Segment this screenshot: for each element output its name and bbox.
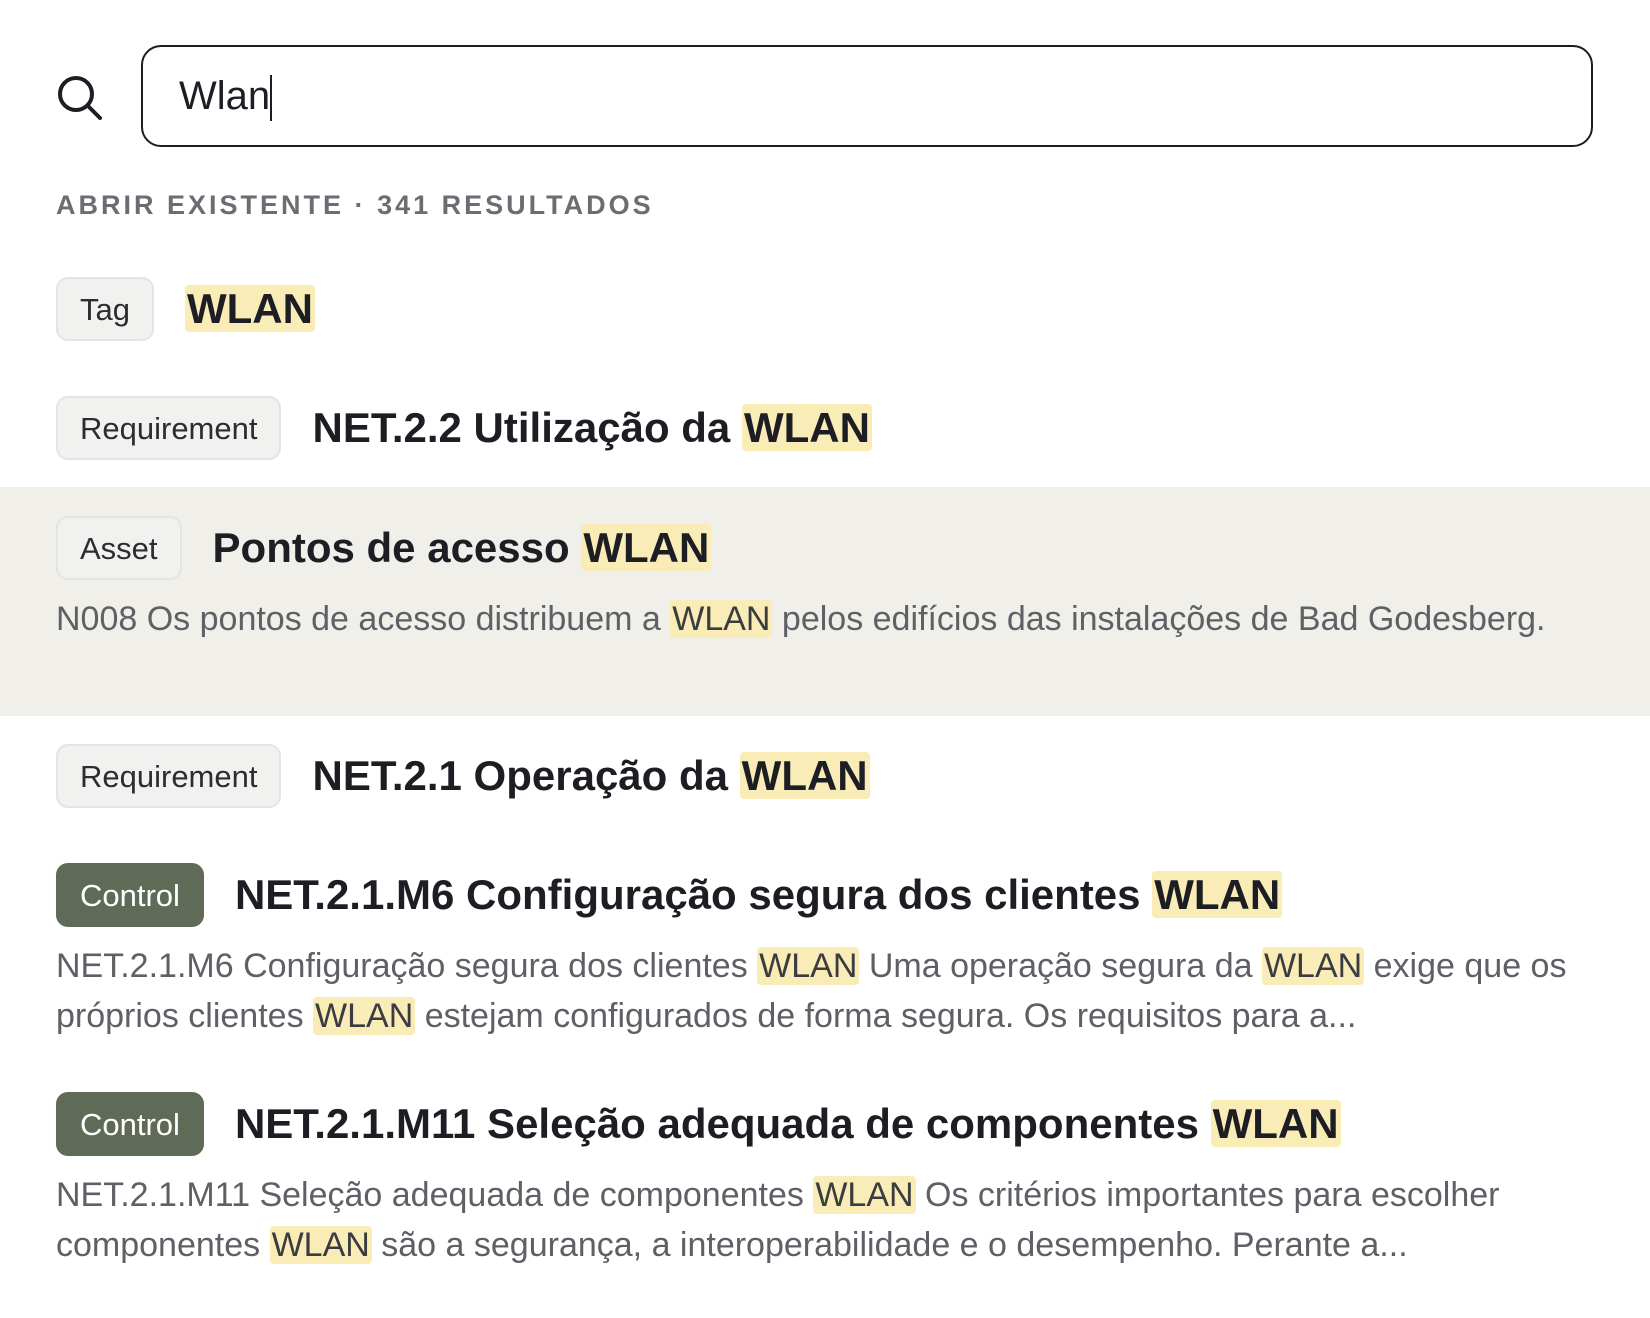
title-match-highlight: WLAN (581, 524, 712, 571)
result-description: NET.2.1.M11 Seleção adequada de componen… (56, 1170, 1590, 1270)
result-title: NET.2.1.M6 Configuração segura dos clien… (234, 871, 1283, 919)
type-badge: Tag (56, 277, 154, 341)
results-section-header: ABRIR EXISTENTE · 341 RESULTADOS (56, 190, 654, 221)
section-label: ABRIR EXISTENTE (56, 190, 345, 220)
result-item-control[interactable]: Control NET.2.1.M11 Seleção adequada de … (0, 1092, 1650, 1270)
desc-text: Uma operação segura da (859, 947, 1262, 985)
search-input[interactable]: Wlan (179, 47, 1559, 145)
desc-match-highlight: WLAN (670, 600, 773, 638)
section-separator: · (354, 190, 367, 220)
desc-match-highlight: WLAN (1261, 947, 1365, 985)
result-title: NET.2.1 Operação da WLAN (312, 752, 870, 800)
result-description: N008 Os pontos de acesso distribuem a WL… (56, 594, 1590, 644)
result-item-control[interactable]: Control NET.2.1.M6 Configuração segura d… (0, 863, 1650, 1041)
title-match-highlight: WLAN (741, 404, 872, 451)
type-badge: Control (56, 863, 204, 927)
title-prefix: NET.2.1.M11 Seleção adequada de componen… (234, 1100, 1211, 1147)
results-count: 341 RESULTADOS (377, 190, 654, 220)
result-item-asset[interactable]: Asset Pontos de acesso WLAN N008 Os pont… (0, 487, 1650, 716)
result-title: WLAN (184, 285, 315, 333)
result-description: NET.2.1.M6 Configuração segura dos clien… (56, 941, 1590, 1041)
search-bar: Wlan (0, 0, 1650, 190)
title-prefix: NET.2.1 Operação da (312, 752, 740, 799)
desc-match-highlight: WLAN (813, 1176, 916, 1214)
desc-text: são a segurança, a interoperabilidade e … (371, 1226, 1408, 1264)
result-title: Pontos de acesso WLAN (213, 524, 712, 572)
desc-match-highlight: WLAN (313, 997, 416, 1035)
desc-text: estejam configurados de forma segura. Os… (415, 997, 1357, 1035)
title-prefix: Pontos de acesso (212, 524, 582, 571)
result-title: NET.2.2 Utilização da WLAN (312, 404, 872, 452)
result-title: NET.2.1.M11 Seleção adequada de componen… (235, 1100, 1341, 1148)
search-icon[interactable] (56, 74, 104, 122)
title-match-highlight: WLAN (1210, 1100, 1341, 1147)
desc-match-highlight: WLAN (757, 947, 860, 985)
title-prefix: NET.2.2 Utilização da (312, 404, 742, 451)
desc-text: NET.2.1.M11 Seleção adequada de componen… (56, 1176, 814, 1214)
result-item-requirement[interactable]: Requirement NET.2.1 Operação da WLAN (0, 744, 1650, 808)
search-input-value[interactable]: Wlan (179, 74, 270, 118)
result-item-requirement[interactable]: Requirement NET.2.2 Utilização da WLAN (0, 396, 1650, 460)
desc-text: N008 Os pontos de acesso distribuem a (56, 600, 671, 638)
text-caret (270, 75, 273, 122)
result-item-tag[interactable]: Tag WLAN (0, 277, 1650, 341)
title-match-highlight: WLAN (1152, 871, 1283, 918)
type-badge: Requirement (56, 396, 282, 460)
desc-text: pelos edifícios das instalações de Bad G… (772, 600, 1546, 638)
title-match-highlight: WLAN (184, 285, 315, 332)
desc-match-highlight: WLAN (269, 1226, 372, 1264)
type-badge: Asset (56, 516, 182, 580)
type-badge: Control (56, 1092, 204, 1156)
search-box[interactable]: Wlan (141, 45, 1593, 147)
title-match-highlight: WLAN (739, 752, 870, 799)
type-badge: Requirement (56, 744, 282, 808)
desc-text: NET.2.1.M6 Configuração segura dos clien… (56, 947, 758, 985)
title-prefix: NET.2.1.M6 Configuração segura dos clien… (234, 871, 1153, 918)
